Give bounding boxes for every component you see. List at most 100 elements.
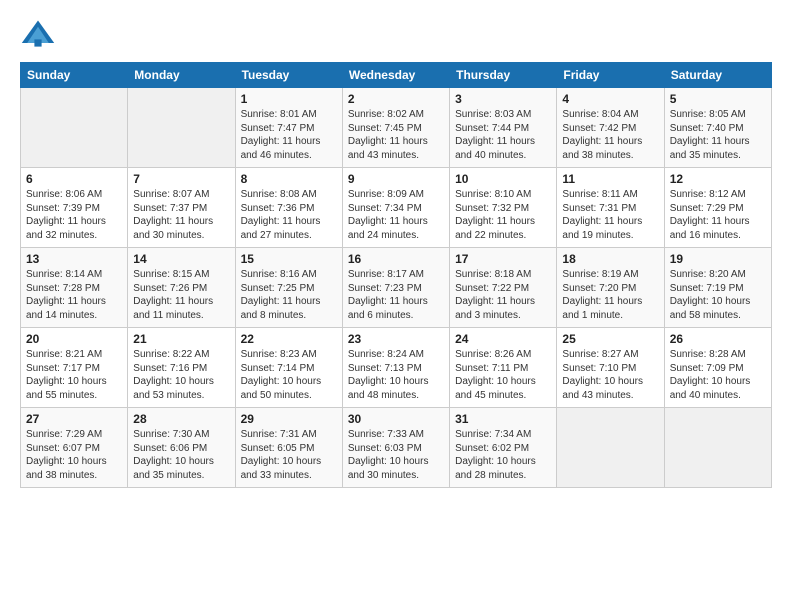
day-number: 26 [670, 332, 766, 346]
calendar-week-5: 27 Sunrise: 7:29 AM Sunset: 6:07 PM Dayli… [21, 408, 772, 488]
day-number: 15 [241, 252, 337, 266]
calendar-cell: 24 Sunrise: 8:26 AM Sunset: 7:11 PM Dayli… [450, 328, 557, 408]
cell-content: Sunrise: 8:11 AM Sunset: 7:31 PM Dayligh… [562, 188, 658, 242]
cell-content: Sunrise: 7:30 AM Sunset: 6:06 PM Dayligh… [133, 428, 229, 482]
cell-content: Sunrise: 8:12 AM Sunset: 7:29 PM Dayligh… [670, 188, 766, 242]
cell-content: Sunrise: 8:08 AM Sunset: 7:36 PM Dayligh… [241, 188, 337, 242]
day-number: 10 [455, 172, 551, 186]
cell-content: Sunrise: 8:28 AM Sunset: 7:09 PM Dayligh… [670, 348, 766, 402]
cell-content: Sunrise: 8:07 AM Sunset: 7:37 PM Dayligh… [133, 188, 229, 242]
calendar-cell: 16Sunrise: 8:17 AM Sunset: 7:23 PM Dayli… [342, 248, 449, 328]
cell-content: Sunrise: 8:04 AM Sunset: 7:42 PM Dayligh… [562, 108, 658, 162]
calendar-cell: 6 Sunrise: 8:06 AM Sunset: 7:39 PM Daylig… [21, 168, 128, 248]
calendar-week-3: 13 Sunrise: 8:14 AM Sunset: 7:28 PM Dayli… [21, 248, 772, 328]
cell-content: Sunrise: 8:20 AM Sunset: 7:19 PM Dayligh… [670, 268, 766, 322]
day-number: 27 [26, 412, 122, 426]
cell-content: Sunrise: 8:24 AM Sunset: 7:13 PM Dayligh… [348, 348, 444, 402]
cell-content: Sunrise: 7:34 AM Sunset: 6:02 PM Dayligh… [455, 428, 551, 482]
calendar-cell [664, 408, 771, 488]
cell-content: Sunrise: 8:19 AM Sunset: 7:20 PM Dayligh… [562, 268, 658, 322]
cell-content: Sunrise: 8:02 AM Sunset: 7:45 PM Dayligh… [348, 108, 444, 162]
day-number: 5 [670, 92, 766, 106]
cell-content: Sunrise: 8:26 AM Sunset: 7:11 PM Dayligh… [455, 348, 551, 402]
day-number: 6 [26, 172, 122, 186]
calendar-cell: 15 Sunrise: 8:16 AM Sunset: 7:25 PM Dayli… [235, 248, 342, 328]
cell-content: Sunrise: 8:21 AM Sunset: 7:17 PM Dayligh… [26, 348, 122, 402]
day-number: 1 [241, 92, 337, 106]
day-number: 8 [241, 172, 337, 186]
calendar-header-wednesday: Wednesday [342, 63, 449, 88]
day-number: 24 [455, 332, 551, 346]
calendar-cell [21, 88, 128, 168]
cell-content: Sunrise: 8:03 AM Sunset: 7:44 PM Dayligh… [455, 108, 551, 162]
calendar-cell: 25Sunrise: 8:27 AM Sunset: 7:10 PM Dayli… [557, 328, 664, 408]
day-number: 20 [26, 332, 122, 346]
calendar-header-friday: Friday [557, 63, 664, 88]
cell-content: Sunrise: 7:33 AM Sunset: 6:03 PM Dayligh… [348, 428, 444, 482]
day-number: 30 [348, 412, 444, 426]
calendar-cell: 4 Sunrise: 8:04 AM Sunset: 7:42 PM Daylig… [557, 88, 664, 168]
day-number: 21 [133, 332, 229, 346]
calendar-cell [557, 408, 664, 488]
calendar-cell: 3 Sunrise: 8:03 AM Sunset: 7:44 PM Daylig… [450, 88, 557, 168]
calendar-cell: 27 Sunrise: 7:29 AM Sunset: 6:07 PM Dayli… [21, 408, 128, 488]
day-number: 17 [455, 252, 551, 266]
calendar-cell: 1 Sunrise: 8:01 AM Sunset: 7:47 PM Daylig… [235, 88, 342, 168]
cell-content: Sunrise: 7:31 AM Sunset: 6:05 PM Dayligh… [241, 428, 337, 482]
cell-content: Sunrise: 7:29 AM Sunset: 6:07 PM Dayligh… [26, 428, 122, 482]
cell-content: Sunrise: 8:18 AM Sunset: 7:22 PM Dayligh… [455, 268, 551, 322]
page: SundayMondayTuesdayWednesdayThursdayFrid… [0, 0, 792, 498]
cell-content: Sunrise: 8:14 AM Sunset: 7:28 PM Dayligh… [26, 268, 122, 322]
calendar-header-monday: Monday [128, 63, 235, 88]
calendar-header-row: SundayMondayTuesdayWednesdayThursdayFrid… [21, 63, 772, 88]
day-number: 19 [670, 252, 766, 266]
day-number: 28 [133, 412, 229, 426]
day-number: 23 [348, 332, 444, 346]
day-number: 18 [562, 252, 658, 266]
day-number: 2 [348, 92, 444, 106]
calendar-cell: 7 Sunrise: 8:07 AM Sunset: 7:37 PM Daylig… [128, 168, 235, 248]
day-number: 22 [241, 332, 337, 346]
logo-icon [20, 16, 56, 52]
day-number: 4 [562, 92, 658, 106]
calendar-cell: 12 Sunrise: 8:12 AM Sunset: 7:29 PM Dayli… [664, 168, 771, 248]
day-number: 3 [455, 92, 551, 106]
calendar-cell: 5Sunrise: 8:05 AM Sunset: 7:40 PM Daylig… [664, 88, 771, 168]
calendar-header-sunday: Sunday [21, 63, 128, 88]
day-number: 12 [670, 172, 766, 186]
day-number: 13 [26, 252, 122, 266]
header [20, 16, 772, 52]
calendar-cell: 20 Sunrise: 8:21 AM Sunset: 7:17 PM Dayli… [21, 328, 128, 408]
calendar-cell: 8 Sunrise: 8:08 AM Sunset: 7:36 PM Daylig… [235, 168, 342, 248]
calendar-cell: 2 Sunrise: 8:02 AM Sunset: 7:45 PM Daylig… [342, 88, 449, 168]
day-number: 7 [133, 172, 229, 186]
cell-content: Sunrise: 8:01 AM Sunset: 7:47 PM Dayligh… [241, 108, 337, 162]
calendar-cell: 30 Sunrise: 7:33 AM Sunset: 6:03 PM Dayli… [342, 408, 449, 488]
calendar-cell: 23 Sunrise: 8:24 AM Sunset: 7:13 PM Dayli… [342, 328, 449, 408]
calendar-header-tuesday: Tuesday [235, 63, 342, 88]
day-number: 9 [348, 172, 444, 186]
calendar-cell: 21 Sunrise: 8:22 AM Sunset: 7:16 PM Dayli… [128, 328, 235, 408]
calendar-cell: 17 Sunrise: 8:18 AM Sunset: 7:22 PM Dayli… [450, 248, 557, 328]
cell-content: Sunrise: 8:15 AM Sunset: 7:26 PM Dayligh… [133, 268, 229, 322]
cell-content: Sunrise: 8:22 AM Sunset: 7:16 PM Dayligh… [133, 348, 229, 402]
calendar-week-4: 20 Sunrise: 8:21 AM Sunset: 7:17 PM Dayli… [21, 328, 772, 408]
calendar-cell: 28 Sunrise: 7:30 AM Sunset: 6:06 PM Dayli… [128, 408, 235, 488]
day-number: 16 [348, 252, 444, 266]
cell-content: Sunrise: 8:23 AM Sunset: 7:14 PM Dayligh… [241, 348, 337, 402]
calendar-cell: 31 Sunrise: 7:34 AM Sunset: 6:02 PM Dayli… [450, 408, 557, 488]
calendar-week-2: 6 Sunrise: 8:06 AM Sunset: 7:39 PM Daylig… [21, 168, 772, 248]
cell-content: Sunrise: 8:16 AM Sunset: 7:25 PM Dayligh… [241, 268, 337, 322]
day-number: 31 [455, 412, 551, 426]
calendar-cell: 10 Sunrise: 8:10 AM Sunset: 7:32 PM Dayli… [450, 168, 557, 248]
calendar-cell: 18 Sunrise: 8:19 AM Sunset: 7:20 PM Dayli… [557, 248, 664, 328]
calendar-table: SundayMondayTuesdayWednesdayThursdayFrid… [20, 62, 772, 488]
calendar-cell: 19 Sunrise: 8:20 AM Sunset: 7:19 PM Dayli… [664, 248, 771, 328]
calendar-cell: 14 Sunrise: 8:15 AM Sunset: 7:26 PM Dayli… [128, 248, 235, 328]
calendar-header-saturday: Saturday [664, 63, 771, 88]
cell-content: Sunrise: 8:10 AM Sunset: 7:32 PM Dayligh… [455, 188, 551, 242]
calendar-header-thursday: Thursday [450, 63, 557, 88]
calendar-cell: 26 Sunrise: 8:28 AM Sunset: 7:09 PM Dayli… [664, 328, 771, 408]
cell-content: Sunrise: 8:06 AM Sunset: 7:39 PM Dayligh… [26, 188, 122, 242]
day-number: 14 [133, 252, 229, 266]
